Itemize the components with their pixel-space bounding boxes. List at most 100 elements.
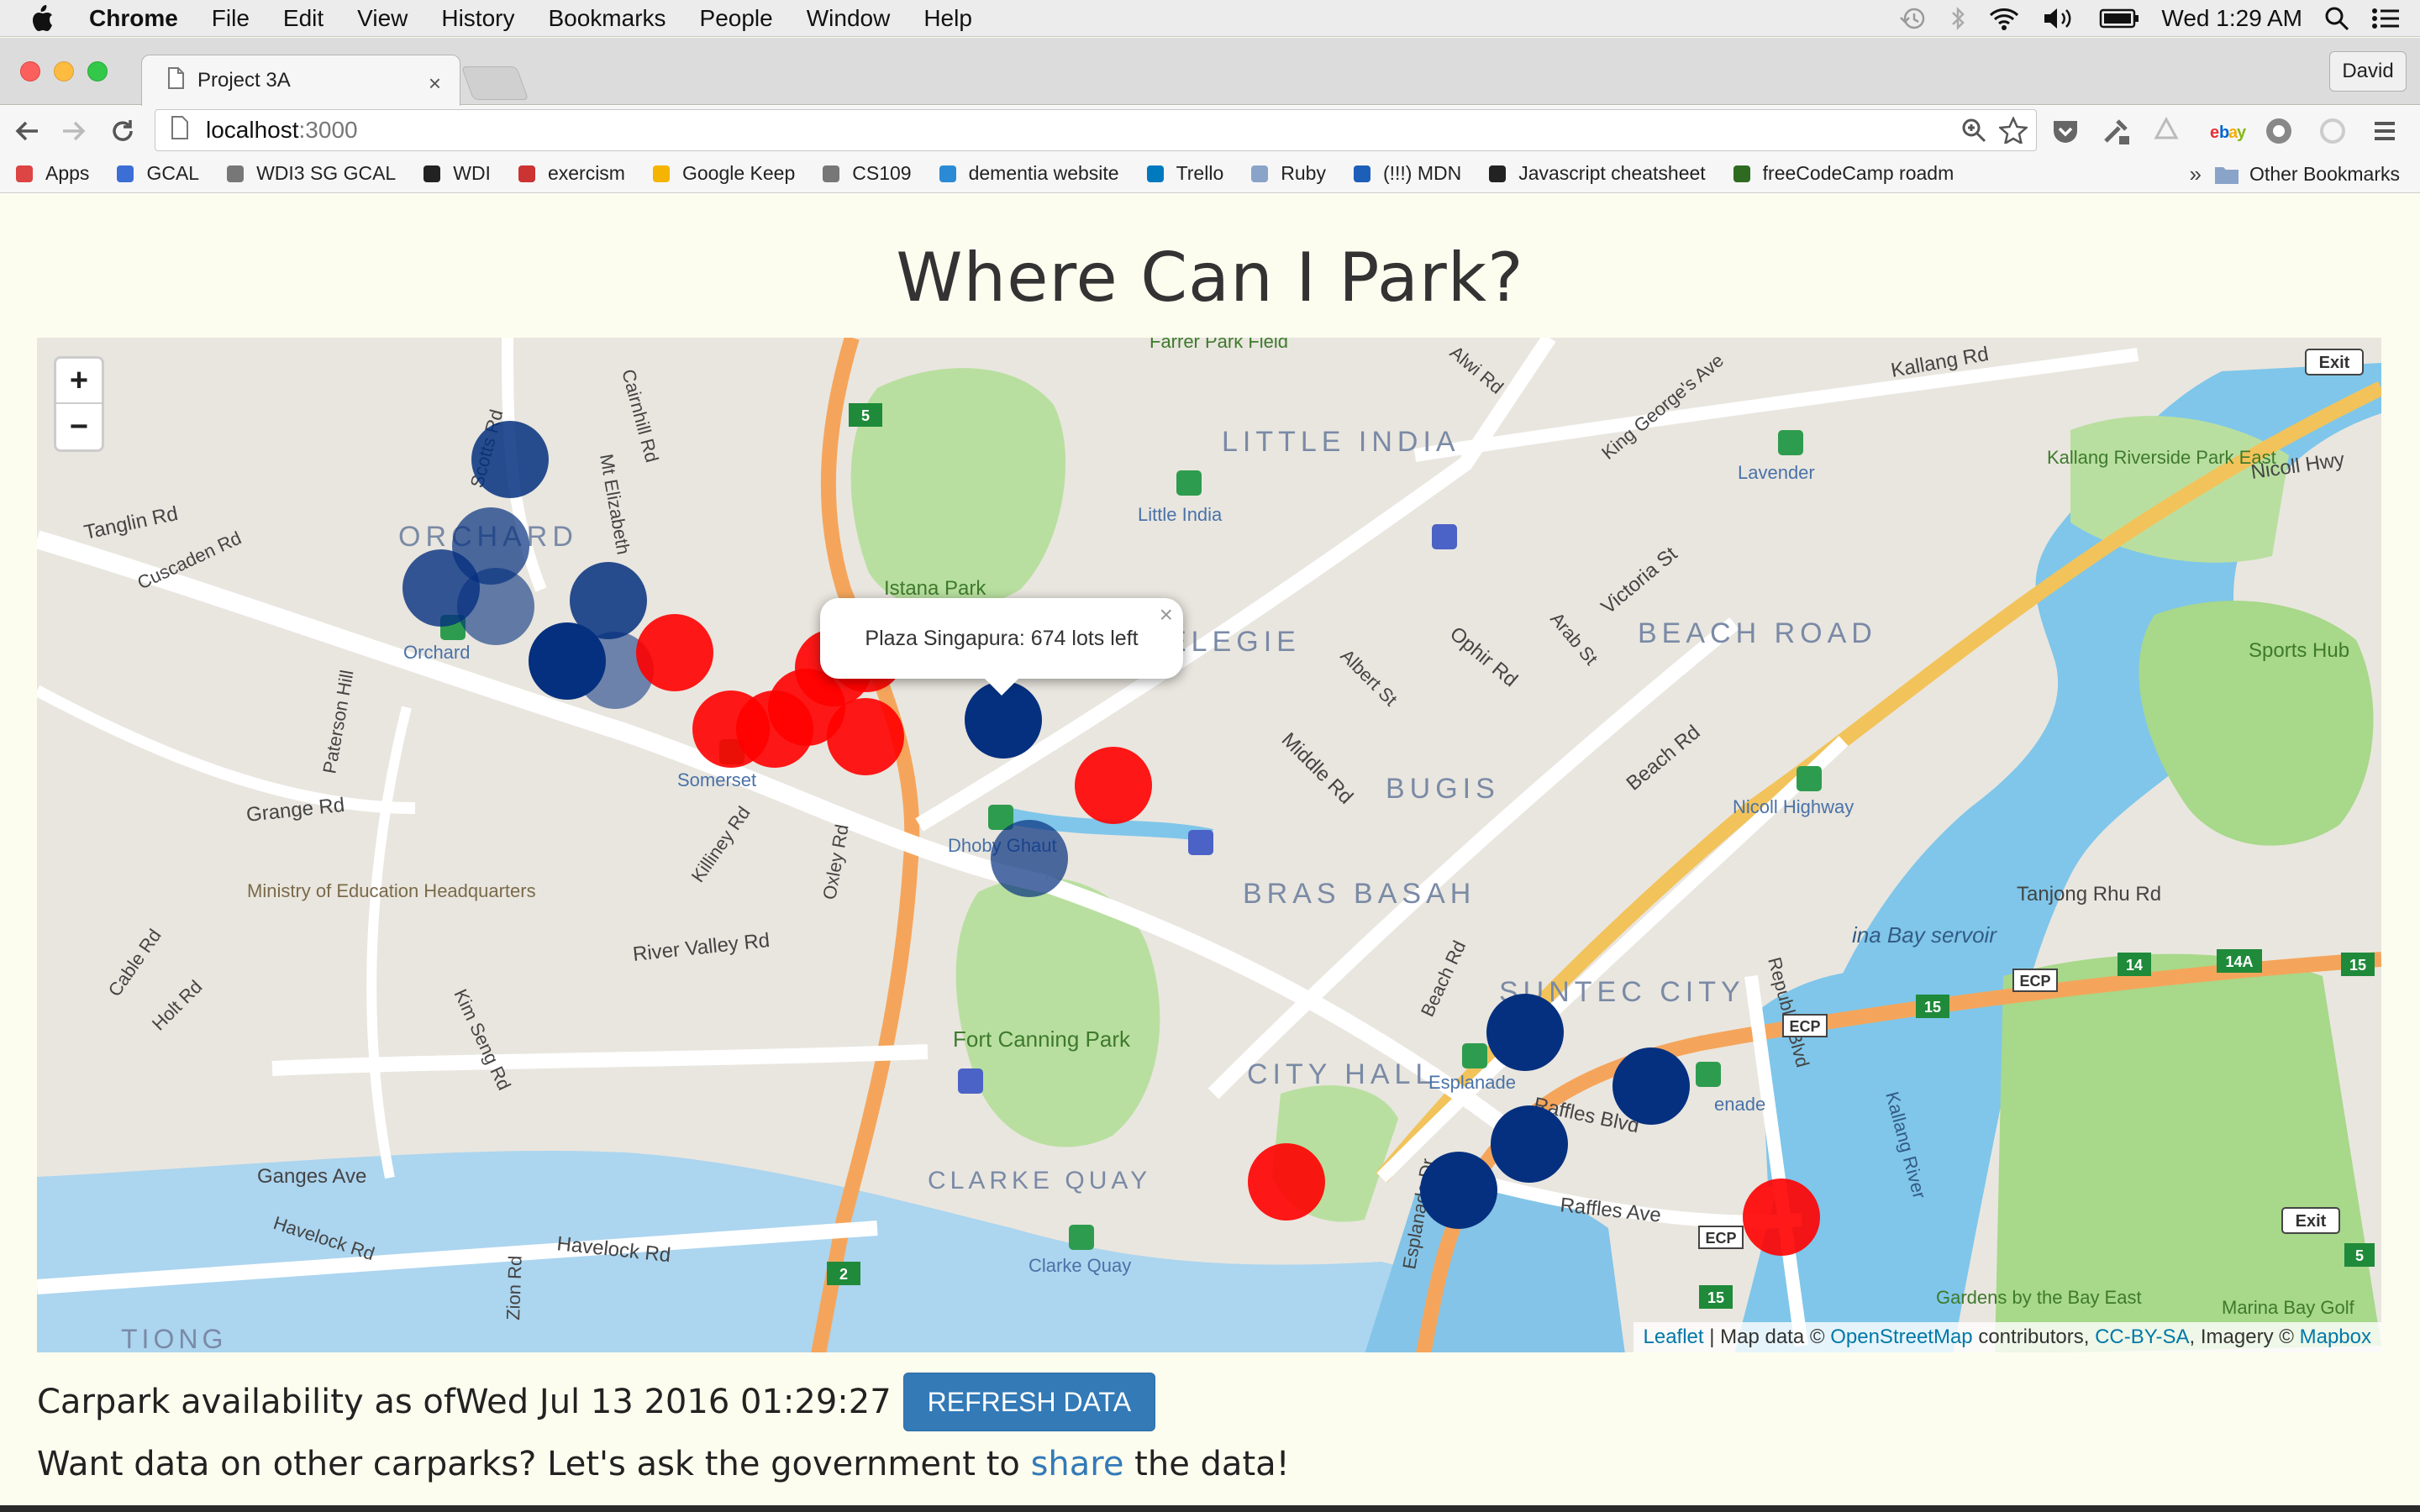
menu-people[interactable]: People bbox=[700, 5, 773, 32]
page-icon bbox=[820, 163, 842, 185]
bookmark-item[interactable]: dementia website bbox=[937, 162, 1119, 185]
bookmark-label: dementia website bbox=[968, 162, 1119, 184]
new-tab-button[interactable] bbox=[460, 66, 529, 100]
notification-center-icon[interactable] bbox=[2371, 7, 2400, 30]
maximize-window-button[interactable] bbox=[87, 61, 108, 81]
menu-bookmarks[interactable]: Bookmarks bbox=[548, 5, 666, 32]
zoom-icon[interactable] bbox=[1960, 117, 1987, 150]
sync-extension-icon[interactable] bbox=[2317, 116, 2348, 146]
menu-window[interactable]: Window bbox=[807, 5, 891, 32]
url-port: :3000 bbox=[298, 117, 358, 143]
bookmark-item[interactable]: GCAL bbox=[114, 162, 199, 185]
wifi-icon[interactable] bbox=[1988, 6, 2020, 31]
address-bar[interactable]: localhost:3000 bbox=[155, 109, 2037, 151]
minimize-window-button[interactable] bbox=[54, 61, 74, 81]
other-bookmarks[interactable]: Other Bookmarks bbox=[2214, 163, 2400, 186]
page-title: Where Can I Park? bbox=[896, 239, 1524, 317]
attribution-sep-1: | Map data © bbox=[1703, 1326, 1831, 1348]
bookmarks-overflow-chevron-icon[interactable]: » bbox=[2190, 161, 2202, 187]
menu-view[interactable]: View bbox=[357, 5, 408, 32]
zoom-out-button[interactable]: − bbox=[56, 404, 102, 449]
shield-extension-icon[interactable] bbox=[2264, 116, 2294, 146]
bookmark-item[interactable]: CS109 bbox=[820, 162, 912, 185]
forward-arrow-icon[interactable] bbox=[59, 116, 89, 146]
bookmarks-bar: Apps GCAL WDI3 SG GCAL WDI exercism Google Ke… bbox=[0, 155, 2420, 193]
zoom-in-button[interactable]: + bbox=[56, 359, 102, 404]
github-icon bbox=[1486, 163, 1508, 185]
carpark-marker-full[interactable] bbox=[1743, 1179, 1820, 1256]
bookmark-item[interactable]: Apps bbox=[13, 162, 89, 185]
popup-close-icon[interactable]: × bbox=[1160, 601, 1173, 628]
mapbox-link[interactable]: Mapbox bbox=[2300, 1326, 2371, 1348]
carpark-marker-full[interactable] bbox=[636, 614, 713, 691]
carpark-marker-available[interactable] bbox=[1491, 1105, 1568, 1183]
bookmark-star-icon[interactable] bbox=[1997, 115, 2029, 150]
tab-close-icon[interactable]: × bbox=[429, 71, 441, 97]
page-info-icon[interactable] bbox=[171, 115, 189, 145]
trello-icon bbox=[1144, 163, 1166, 185]
bookmark-item[interactable]: Trello bbox=[1144, 162, 1223, 185]
bookmark-item[interactable]: Google Keep bbox=[650, 162, 795, 185]
close-window-button[interactable] bbox=[20, 61, 40, 81]
carpark-marker-full[interactable] bbox=[1248, 1143, 1325, 1221]
keep-icon bbox=[650, 163, 672, 185]
carpark-marker-full[interactable] bbox=[1075, 747, 1152, 824]
apple-icon[interactable] bbox=[30, 4, 64, 32]
profile-button[interactable]: David bbox=[2329, 51, 2407, 92]
bookmark-label: GCAL bbox=[146, 162, 200, 184]
bookmark-label: WDI bbox=[453, 162, 491, 184]
time-machine-icon[interactable] bbox=[1899, 6, 1928, 31]
share-after: the data! bbox=[1123, 1445, 1290, 1483]
carpark-marker-available[interactable] bbox=[529, 622, 606, 700]
attribution-sep-2: contributors, bbox=[1972, 1326, 2096, 1348]
browser-toolbar: localhost:3000 ebay bbox=[0, 106, 2420, 155]
chrome-menu-icon[interactable] bbox=[2370, 116, 2400, 146]
popup-text: Plaza Singapura: 674 lots left bbox=[865, 626, 1139, 650]
license-link[interactable]: CC-BY-SA bbox=[2095, 1326, 2189, 1348]
bookmark-item[interactable]: Ruby bbox=[1249, 162, 1326, 185]
carpark-marker-available[interactable] bbox=[1612, 1047, 1690, 1125]
volume-icon[interactable] bbox=[2042, 6, 2077, 31]
ebay-extension-icon[interactable]: ebay bbox=[2210, 116, 2247, 146]
eyedropper-extension-icon[interactable] bbox=[2101, 116, 2131, 146]
tab-project-3a[interactable]: Project 3A × bbox=[141, 55, 460, 106]
back-arrow-icon[interactable] bbox=[12, 116, 42, 146]
map-container[interactable]: LITTLE INDIA ORCHARD BEACH ROAD BUGIS BR… bbox=[37, 338, 2381, 1352]
battery-icon[interactable] bbox=[2099, 8, 2139, 29]
spotlight-search-icon[interactable] bbox=[2324, 6, 2349, 31]
menu-edit[interactable]: Edit bbox=[283, 5, 324, 32]
carpark-marker-available[interactable] bbox=[471, 421, 549, 498]
refresh-data-button[interactable]: REFRESH DATA bbox=[902, 1373, 1156, 1431]
bookmark-label: Google Keep bbox=[681, 162, 796, 184]
menu-help[interactable]: Help bbox=[923, 5, 972, 32]
carpark-marker-full[interactable] bbox=[827, 698, 904, 775]
bookmark-item[interactable]: freeCodeCamp roadm bbox=[1731, 162, 1954, 185]
zoom-control: + − bbox=[54, 356, 104, 452]
menu-file[interactable]: File bbox=[212, 5, 250, 32]
bookmark-item[interactable]: WDI bbox=[421, 162, 491, 185]
bookmark-label: CS109 bbox=[852, 162, 912, 184]
carpark-marker-available[interactable] bbox=[991, 820, 1068, 897]
share-link[interactable]: share bbox=[1031, 1445, 1124, 1483]
page-icon bbox=[167, 66, 184, 95]
bookmark-item[interactable]: WDI3 SG GCAL bbox=[224, 162, 396, 185]
carpark-marker-available[interactable] bbox=[1486, 994, 1564, 1071]
bookmark-label: Ruby bbox=[1281, 162, 1326, 184]
carpark-markers-layer bbox=[402, 421, 1820, 1256]
bluetooth-icon[interactable] bbox=[1949, 6, 1966, 31]
menu-history[interactable]: History bbox=[441, 5, 514, 32]
pocket-icon[interactable] bbox=[2050, 116, 2081, 146]
bookmark-item[interactable]: (!!!) MDN bbox=[1351, 162, 1461, 185]
bookmark-item[interactable]: exercism bbox=[516, 162, 625, 185]
carpark-marker-available[interactable] bbox=[457, 568, 534, 645]
osm-link[interactable]: OpenStreetMap bbox=[1830, 1326, 1972, 1348]
menu-app-name[interactable]: Chrome bbox=[89, 5, 178, 32]
carpark-marker-available[interactable] bbox=[1420, 1152, 1497, 1229]
extension-icon[interactable] bbox=[2151, 116, 2181, 146]
attribution-sep-3: , Imagery © bbox=[2189, 1326, 2300, 1348]
clock[interactable]: Wed 1:29 AM bbox=[2161, 5, 2302, 32]
status-time: Wed Jul 13 2016 01:29:27 bbox=[455, 1383, 892, 1421]
reload-icon[interactable] bbox=[108, 116, 138, 146]
leaflet-link[interactable]: Leaflet bbox=[1644, 1326, 1704, 1348]
bookmark-item[interactable]: Javascript cheatsheet bbox=[1486, 162, 1706, 185]
